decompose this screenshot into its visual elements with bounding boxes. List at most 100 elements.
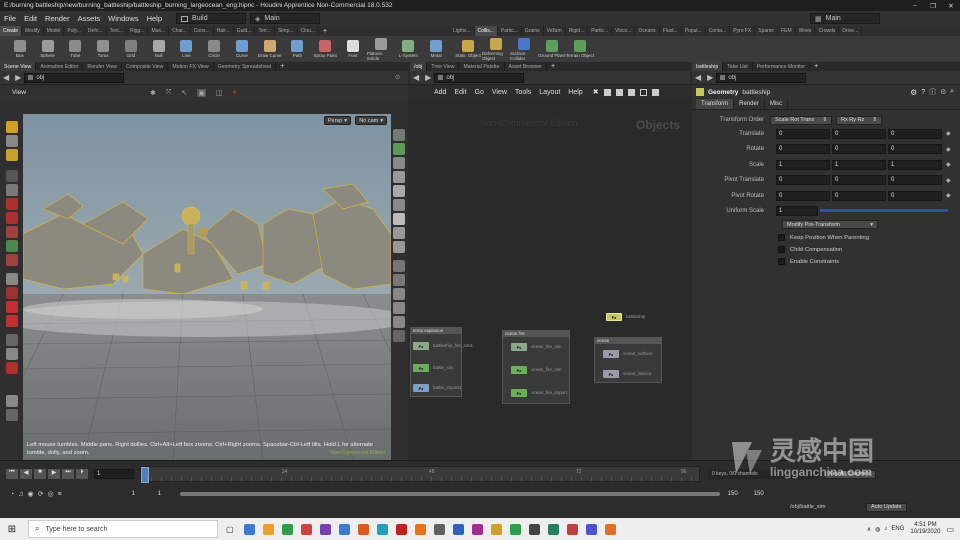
shelf-tab[interactable]: Terr... <box>255 26 275 36</box>
network-menu-item[interactable]: Tools <box>511 89 535 96</box>
start-frame-field[interactable]: 1 <box>130 489 148 499</box>
brush-tool-icon[interactable] <box>6 254 18 266</box>
auto-update-button[interactable]: Auto Update <box>866 502 907 512</box>
windows-start-icon[interactable]: ⊞ <box>4 524 20 535</box>
select-tool-icon[interactable] <box>6 121 18 133</box>
network-box-explosion[interactable]: temp explosion Fx battleship_fire_sim1 F… <box>410 327 473 397</box>
select-visible-icon[interactable] <box>393 288 405 300</box>
shelf-tab[interactable]: Rigg... <box>127 26 149 36</box>
camera-tool-icon[interactable] <box>6 395 18 407</box>
shelf-tab[interactable]: FEM <box>778 26 796 36</box>
param-field[interactable]: 0 <box>776 190 830 201</box>
taskbar-app-icon[interactable] <box>414 523 426 535</box>
tray-up-icon[interactable]: ∧ <box>867 526 871 533</box>
shelf-tab[interactable]: Pyro FX <box>730 26 756 36</box>
viewport[interactable]: Persp ▾ No cam ▾ Left mouse tumbles. Mid… <box>23 114 391 460</box>
render-region-icon[interactable] <box>6 226 18 238</box>
pane-tab[interactable]: Geometry Spreadsheet <box>214 62 277 71</box>
shelf-tab[interactable]: Drive... <box>839 26 863 36</box>
add-tab-icon[interactable]: + <box>280 63 284 70</box>
play-icon[interactable]: ▶ <box>48 469 60 479</box>
points-icon[interactable] <box>393 260 405 272</box>
taskbar-app-icon[interactable] <box>604 523 616 535</box>
paint-tool-icon[interactable] <box>6 240 18 252</box>
node-ocean-interior[interactable]: Fx ocean_interior <box>603 370 652 378</box>
record-icon[interactable]: ● <box>233 89 237 96</box>
lightbulb-icon[interactable] <box>393 227 405 239</box>
guide-icon[interactable] <box>393 316 405 328</box>
end-frame-field[interactable]: 150 <box>726 489 746 499</box>
wrench-icon[interactable]: ✖ <box>593 88 599 96</box>
taskbar-app-icon[interactable] <box>376 523 388 535</box>
shelf-tool[interactable]: Spray Paint <box>311 40 339 58</box>
pane-tab[interactable]: Performance Monitor <box>753 62 811 71</box>
taskbar-app-icon[interactable] <box>433 523 445 535</box>
shelf-tool[interactable]: Static Object <box>454 40 482 58</box>
shelf-tab[interactable]: Char... <box>169 26 191 36</box>
param-field[interactable]: 0 <box>888 144 942 155</box>
param-field[interactable]: 0 <box>888 128 942 139</box>
help-icon[interactable]: ? <box>921 89 925 96</box>
param-field[interactable]: 0 <box>832 190 886 201</box>
notification-icon[interactable]: ▭ <box>946 525 954 534</box>
taskbar-app-icon[interactable] <box>490 523 502 535</box>
forward-arrow-icon[interactable]: ▶ <box>422 73 434 82</box>
shelf-tool[interactable]: Draw Curve <box>256 40 284 58</box>
checkbox[interactable] <box>778 234 785 241</box>
shelf-tab[interactable]: Cons... <box>191 26 214 36</box>
stop-icon[interactable]: ■ <box>34 469 46 479</box>
grid-icon[interactable] <box>393 213 405 225</box>
clock[interactable]: 4:51 PM 10/19/2020 <box>910 522 940 536</box>
shelf-tab[interactable]: Wires <box>796 26 816 36</box>
param-field[interactable]: 1 <box>832 159 886 170</box>
pane-tab[interactable]: Take List <box>723 62 753 71</box>
menu-item[interactable]: Help <box>143 14 166 23</box>
shelf-tab[interactable]: Fluid... <box>660 26 682 36</box>
node-battleship-fire-sim[interactable]: Fx battleship_fire_sim1 <box>413 342 473 350</box>
close-button[interactable]: ✕ <box>942 2 960 10</box>
network-menu-item[interactable]: Add <box>430 89 450 96</box>
shelf-tool[interactable]: Null <box>145 40 173 58</box>
uniform-scale-slider[interactable] <box>820 209 948 212</box>
loop-icon[interactable]: ⟳ <box>38 490 44 498</box>
current-frame-field[interactable]: 1 <box>94 469 134 479</box>
forward-arrow-icon[interactable]: ▶ <box>704 73 716 82</box>
shelf-tool[interactable]: Curve <box>228 40 256 58</box>
taskbar-app-icon[interactable] <box>547 523 559 535</box>
taskbar-app-icon[interactable] <box>300 523 312 535</box>
param-field[interactable]: 0 <box>776 128 830 139</box>
menu-item[interactable]: File <box>0 14 20 23</box>
pane-tab[interactable]: /obj <box>410 62 428 71</box>
node-battle-sim[interactable]: Fx battle_sim <box>413 364 454 372</box>
network-menu-item[interactable]: Go <box>471 89 488 96</box>
shelf-tab[interactable]: Crowds <box>815 26 840 36</box>
shelf-tool[interactable]: Line <box>173 40 201 58</box>
shelf-tab[interactable]: Oceans <box>635 26 660 36</box>
visibility-icon[interactable]: ◎ <box>47 490 53 498</box>
language-indicator[interactable]: ENG <box>891 526 904 532</box>
pose-tool-icon[interactable] <box>6 184 18 196</box>
network-menu-item[interactable]: View <box>488 89 511 96</box>
persp-menu[interactable]: Persp ▾ <box>323 116 351 125</box>
shelf-tab[interactable]: Model <box>44 26 65 36</box>
back-arrow-icon[interactable]: ◀ <box>0 73 12 82</box>
taskbar-app-icon[interactable] <box>357 523 369 535</box>
node-name-field[interactable]: battleship <box>742 89 770 96</box>
shelf-tab[interactable]: Poly... <box>64 26 85 36</box>
pane-tab[interactable]: Motion FX View <box>168 62 214 71</box>
network-menu-item[interactable]: Edit <box>450 89 470 96</box>
range-slider[interactable] <box>179 492 720 496</box>
taskbar-app-icon[interactable] <box>528 523 540 535</box>
view-grid-icon[interactable] <box>627 88 635 96</box>
display-options-icon[interactable] <box>393 129 405 141</box>
node-ocean-surface[interactable]: Fx ocean_surface <box>603 350 653 358</box>
network-box-ocean-fire[interactable]: ocean fire Fx ocean_fire_sim Fx ocean_fi… <box>502 330 570 404</box>
shelf-tab[interactable]: Collis... <box>474 26 498 36</box>
task-view-icon[interactable]: ▢ <box>226 525 234 534</box>
minimize-button[interactable]: – <box>906 2 924 10</box>
ghost-icon[interactable] <box>393 143 405 155</box>
forward-arrow-icon[interactable]: ▶ <box>12 73 24 82</box>
pane-tab[interactable]: Composite View <box>122 62 169 71</box>
taskbar-app-icon[interactable] <box>319 523 331 535</box>
shelf-tool[interactable]: Circle <box>200 40 228 58</box>
